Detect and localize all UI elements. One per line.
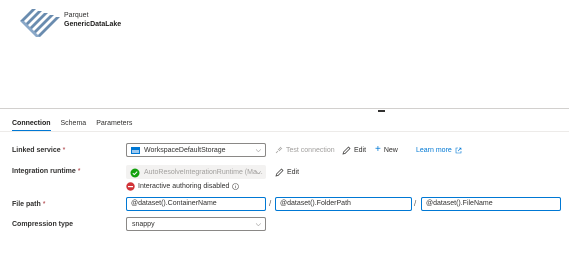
required-mark: * [77,168,81,175]
dataset-name: GenericDataLake [64,21,122,28]
pencil-icon [275,168,284,177]
path-separator: / [414,199,417,208]
chevron-down-icon: ⌵ [255,221,261,228]
storage-account-icon [131,147,140,154]
panel-splitter[interactable] [0,108,569,109]
container-input[interactable]: @dataset().ContainerName [126,197,266,211]
folder-input[interactable]: @dataset().FolderPath [275,197,412,211]
splitter-handle[interactable] [378,110,385,112]
edit-integration-runtime-button[interactable]: Edit [275,168,299,177]
edit-linked-service-button[interactable]: Edit [342,146,366,155]
path-separator: / [269,199,272,208]
new-label: New [383,146,398,154]
interactive-authoring-status-text: Interactive authoring disabled [138,183,230,190]
tab-schema[interactable]: Schema [61,118,87,130]
integration-runtime-label-text: Integration runtime [12,168,76,175]
new-linked-service-button[interactable]: + New [375,144,398,155]
required-mark: * [42,201,46,208]
file-path-label: File path * [12,201,45,208]
edit-label: Edit [287,169,300,176]
integration-runtime-value: AutoResolveIntegrationRuntime (Ma... [144,169,263,176]
dataset-type-label: Parquet [64,12,89,19]
learn-more-label: Learn more [416,147,452,154]
info-icon[interactable] [232,183,240,190]
edit-label: Edit [354,147,367,154]
required-mark: * [62,147,66,154]
test-connection-button[interactable]: Test connection [275,146,335,154]
check-circle-icon [130,168,140,178]
learn-more-link[interactable]: Learn more [416,147,462,154]
chevron-down-icon: ⌵ [255,169,261,176]
tabs-divider [0,131,569,132]
compression-type-value: snappy [132,221,155,228]
integration-runtime-label: Integration runtime * [12,168,80,175]
compression-type-select[interactable]: snappy ⌵ [126,217,266,231]
parquet-dataset-icon [18,3,62,39]
test-connection-label: Test connection [286,146,335,154]
plug-icon [275,146,283,154]
linked-service-label: Linked service * [12,147,65,154]
external-link-icon [455,147,462,154]
interactive-authoring-status: Interactive authoring disabled [126,182,240,191]
linked-service-select[interactable]: WorkspaceDefaultStorage ⌵ [126,143,266,157]
integration-runtime-select[interactable]: AutoResolveIntegrationRuntime (Ma... ⌵ [126,165,266,179]
linked-service-label-text: Linked service [12,147,61,154]
properties-tabs: Connection Schema Parameters [12,118,132,132]
tab-connection[interactable]: Connection [12,118,51,132]
chevron-down-icon: ⌵ [255,147,261,154]
file-path-label-text: File path [12,201,41,208]
linked-service-value: WorkspaceDefaultStorage [144,147,226,154]
blocked-icon [126,182,135,191]
file-name-input[interactable]: @dataset().FileName [421,197,561,211]
compression-type-label: Compression type [12,221,74,228]
pencil-icon [342,146,351,155]
plus-icon: + [375,144,381,155]
tab-parameters[interactable]: Parameters [96,118,132,130]
